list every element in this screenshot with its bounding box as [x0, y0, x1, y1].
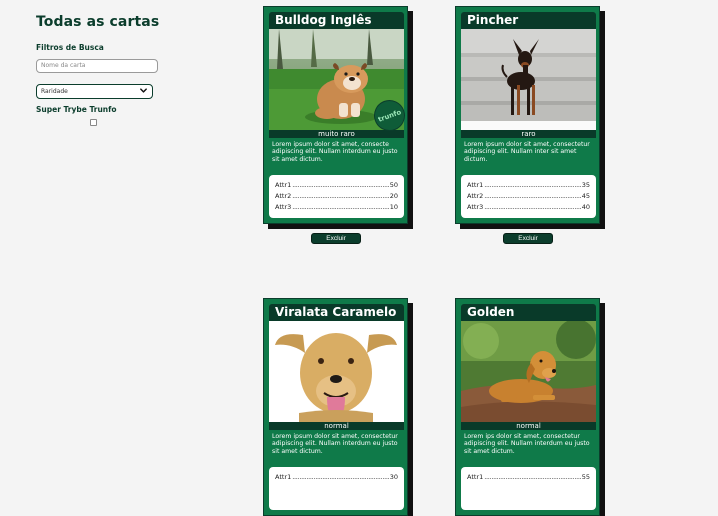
viralata-image: [269, 321, 404, 422]
delete-card-button[interactable]: Excluir: [311, 233, 361, 244]
attr-row: Attr3 ..................................…: [275, 203, 398, 211]
attr-value: 40: [581, 203, 590, 211]
page-title: Todas as cartas: [36, 14, 160, 30]
pincher-image: [461, 29, 596, 130]
card-rarity: muito raro: [269, 130, 404, 138]
rarity-filter-select[interactable]: Raridade: [36, 83, 153, 99]
card-slot: Bulldog Inglês muito raro trunfo Lorem i…: [263, 6, 410, 244]
card-name: Viralata Caramelo: [269, 304, 404, 321]
name-filter-input[interactable]: [36, 58, 158, 73]
card-rarity: normal: [461, 422, 596, 430]
attr-label: Attr1: [275, 181, 292, 189]
card-attributes: Attr1 ..................................…: [461, 467, 596, 510]
attr-value: 35: [581, 181, 590, 189]
attr-label: Attr1: [467, 181, 484, 189]
attr-value: 10: [389, 203, 398, 211]
card-rarity: normal: [269, 422, 404, 430]
card: Viralata Caramelo normal Lorem ipsum dol…: [263, 298, 408, 516]
filters-label: Filtros de Busca: [36, 43, 104, 52]
attr-value: 45: [581, 192, 590, 200]
attr-label: Attr2: [275, 192, 292, 200]
card: Bulldog Inglês muito raro trunfo Lorem i…: [263, 6, 410, 224]
attr-row: Attr3 ..................................…: [467, 203, 590, 211]
card: Pincher raro Lorem ipsum dolor sit amet,…: [455, 6, 600, 224]
attr-label: Attr2: [467, 192, 484, 200]
attr-value: 50: [389, 181, 398, 189]
attr-row: Attr2 ..................................…: [467, 192, 590, 200]
card-slot: Viralata Caramelo normal Lorem ipsum dol…: [263, 298, 408, 516]
golden-image: [461, 321, 596, 422]
card-attributes: Attr1 ..................................…: [269, 175, 404, 218]
card-description: Lorem ips dolor sit amet, consectetur ad…: [464, 433, 590, 455]
card-attributes: Attr1 ..................................…: [461, 175, 596, 218]
card-name: Golden: [461, 304, 596, 321]
rarity-select-value: Raridade: [41, 87, 68, 95]
card-description: Lorem ipsum dolor sit amet, consecte adi…: [272, 141, 398, 163]
card-description: Lorem ipsum dolor sit amet, consectetur …: [272, 433, 398, 455]
attr-row: Attr2 ..................................…: [275, 192, 398, 200]
card-description: Lorem ipsum dolor sit amet, consectetur …: [464, 141, 590, 163]
card-image: [269, 321, 404, 422]
card-rarity: raro: [461, 130, 596, 138]
delete-card-button[interactable]: Excluir: [503, 233, 553, 244]
card-name: Bulldog Inglês: [269, 12, 404, 29]
card-slot: Golden normal Lorem ips dolor sit amet, …: [455, 298, 600, 516]
attr-label: Attr3: [467, 203, 484, 211]
card-slot: Pincher raro Lorem ipsum dolor sit amet,…: [455, 6, 600, 244]
card-image: [461, 321, 596, 422]
chevron-down-icon: [140, 87, 147, 93]
attr-row: Attr1 ..................................…: [467, 181, 590, 189]
trunfo-filter-label: Super Trybe Trunfo: [36, 104, 117, 114]
attr-row: Attr1 ..................................…: [275, 181, 398, 189]
attr-label: Attr3: [275, 203, 292, 211]
attr-value: 20: [389, 192, 398, 200]
card: Golden normal Lorem ips dolor sit amet, …: [455, 298, 600, 516]
card-name: Pincher: [461, 12, 596, 29]
card-image: [461, 29, 596, 130]
trunfo-filter-checkbox[interactable]: [90, 118, 97, 126]
card-attributes: Attr1 ..................................…: [269, 467, 404, 510]
filter-sidebar: Todas as cartas Filtros de Busca Raridad…: [36, 14, 166, 126]
